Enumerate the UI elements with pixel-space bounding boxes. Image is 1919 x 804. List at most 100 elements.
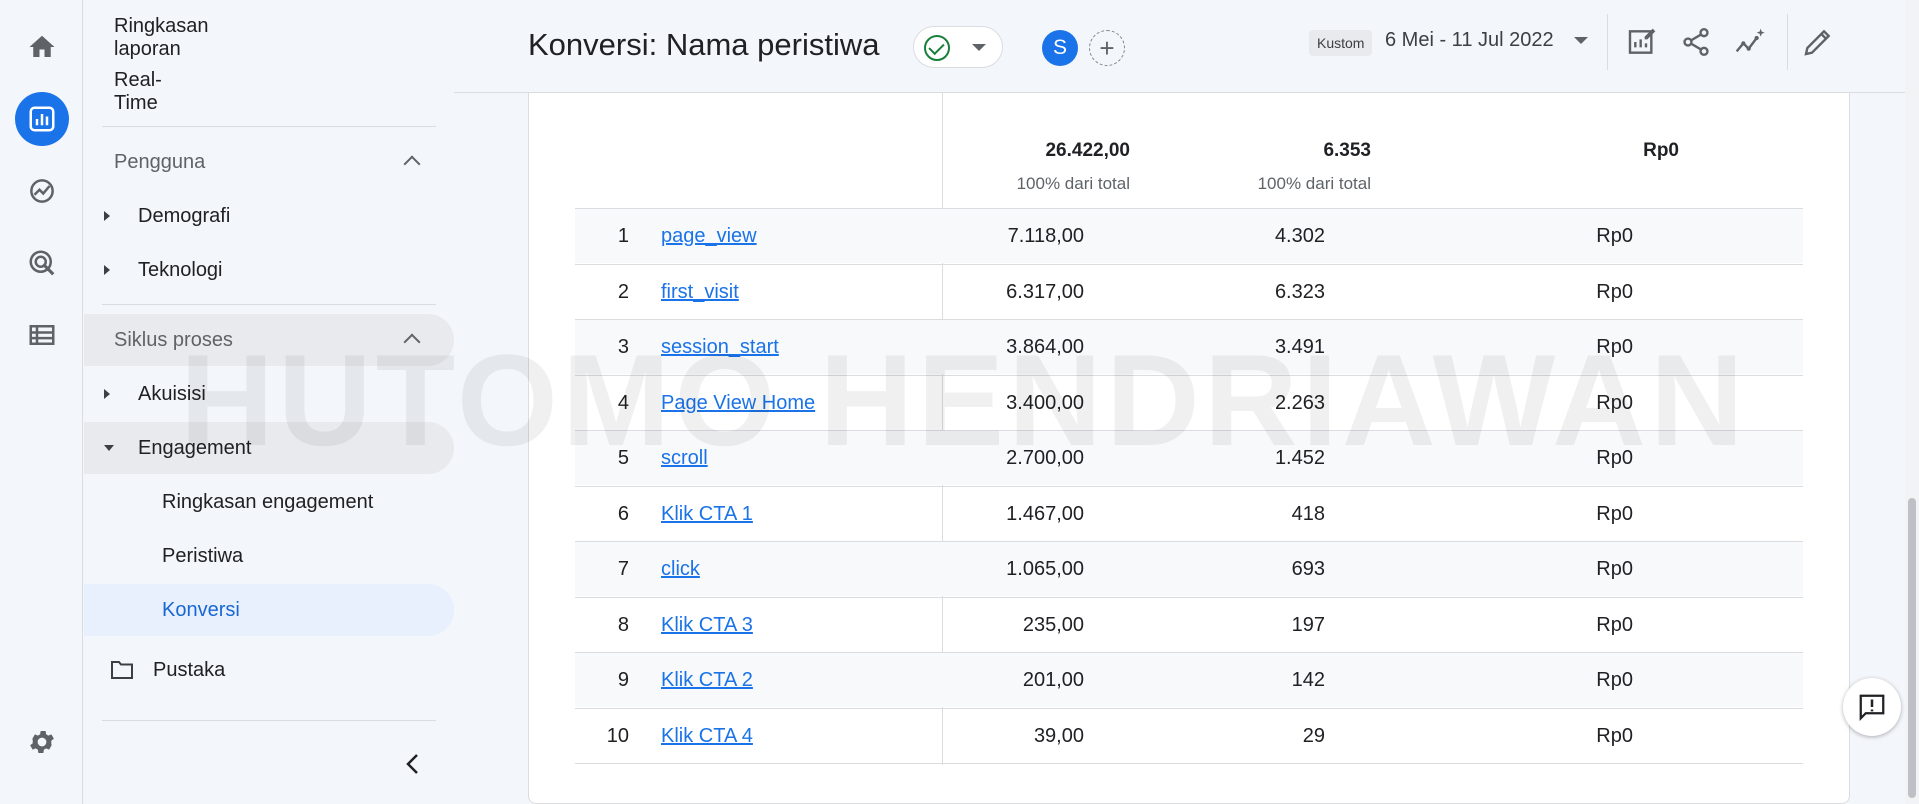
nav-section-siklus[interactable]: Siklus proses xyxy=(84,314,436,366)
report-table-card: 26.422,00 100% dari total 6.353 100% dar… xyxy=(528,93,1850,804)
users-value: 197 xyxy=(1291,613,1325,636)
row-rank: 10 xyxy=(606,724,629,747)
revenue-value: Rp0 xyxy=(1596,336,1633,358)
home-icon[interactable] xyxy=(15,20,69,74)
divider xyxy=(102,720,436,721)
users-value: 418 xyxy=(1291,502,1325,525)
row-rank: 5 xyxy=(617,447,629,469)
icon-rail xyxy=(0,0,83,804)
total-revenue: Rp0 xyxy=(1643,140,1679,161)
users-value: 3.491 xyxy=(1274,336,1325,358)
users-value: 142 xyxy=(1291,669,1325,691)
event-name-link[interactable]: page_view xyxy=(661,209,757,264)
check-circle-icon xyxy=(924,35,950,61)
comparison-avatar[interactable]: S xyxy=(1042,30,1078,66)
explore-icon[interactable] xyxy=(15,164,69,218)
collapse-arrow-icon xyxy=(104,445,114,451)
table-row: 9 Klik CTA 2 201,00 142 Rp0 xyxy=(575,652,1803,707)
revenue-value: Rp0 xyxy=(1596,225,1633,247)
conversions-value: 201,00 xyxy=(1022,669,1084,691)
revenue-value: Rp0 xyxy=(1596,724,1633,747)
share-icon xyxy=(1683,28,1709,56)
expand-arrow-icon xyxy=(104,211,110,221)
status-chip[interactable] xyxy=(913,26,1003,68)
divider xyxy=(102,126,436,127)
caret-down-icon[interactable] xyxy=(1574,37,1588,44)
event-name-link[interactable]: Klik CTA 1 xyxy=(661,487,753,542)
main-content: Konversi: Nama peristiwa S + Kustom 6 Me… xyxy=(454,0,1919,804)
table-row: 8 Klik CTA 3 235,00 197 Rp0 xyxy=(575,596,1803,653)
scrollbar-thumb[interactable] xyxy=(1908,498,1916,798)
revenue-value: Rp0 xyxy=(1596,502,1633,525)
nav-konversi[interactable]: Konversi xyxy=(84,584,436,636)
row-rank: 8 xyxy=(617,613,629,636)
users-value: 2.263 xyxy=(1274,391,1325,414)
revenue-value: Rp0 xyxy=(1596,391,1633,414)
conversions-value: 235,00 xyxy=(1022,613,1084,636)
collapse-nav-button[interactable] xyxy=(398,749,428,779)
date-badge: Kustom xyxy=(1309,30,1373,56)
row-rank: 1 xyxy=(617,225,629,247)
date-range[interactable]: 6 Mei - 11 Jul 2022 xyxy=(1385,29,1554,52)
revenue-value: Rp0 xyxy=(1596,558,1633,580)
event-name-link[interactable]: session_start xyxy=(661,320,779,375)
nav-pustaka[interactable]: Pustaka xyxy=(84,644,436,696)
nav-demografi[interactable]: Demografi xyxy=(84,190,436,242)
chevron-up-icon xyxy=(403,333,421,351)
insights-icon xyxy=(1735,28,1765,53)
event-name-link[interactable]: Klik CTA 2 xyxy=(661,653,753,708)
row-rank: 3 xyxy=(617,336,629,358)
gear-icon[interactable] xyxy=(15,715,69,769)
total-users-pct: 100% dari total xyxy=(1257,174,1371,193)
report-sidenav: Ringkasan laporan Real-Time Pengguna Dem… xyxy=(84,0,454,804)
nav-label: Konversi xyxy=(162,598,240,621)
event-name-link[interactable]: Klik CTA 4 xyxy=(661,709,753,764)
insights-button[interactable] xyxy=(1730,22,1770,62)
feedback-icon xyxy=(1859,694,1885,721)
table-row: 3 session_start 3.864,00 3.491 Rp0 xyxy=(575,319,1803,374)
event-name-link[interactable]: Klik CTA 3 xyxy=(661,598,753,653)
conversions-value: 6.317,00 xyxy=(1006,280,1084,303)
nav-akuisisi[interactable]: Akuisisi xyxy=(84,368,436,420)
conversions-value: 1.467,00 xyxy=(1006,502,1084,525)
nav-engagement[interactable]: Engagement xyxy=(84,422,436,474)
advertising-icon[interactable] xyxy=(15,236,69,290)
nav-ringkasan-engagement[interactable]: Ringkasan engagement xyxy=(84,476,436,528)
edit-button[interactable] xyxy=(1798,22,1838,62)
conversions-value: 7.118,00 xyxy=(1007,225,1084,247)
nav-teknologi[interactable]: Teknologi xyxy=(84,244,436,296)
configure-icon[interactable] xyxy=(15,308,69,362)
event-name-link[interactable]: click xyxy=(661,542,700,597)
row-rank: 6 xyxy=(617,502,629,525)
event-name-link[interactable]: scroll xyxy=(661,431,708,486)
expand-arrow-icon xyxy=(104,265,110,275)
nav-label: Pustaka xyxy=(153,658,226,681)
divider xyxy=(102,304,436,305)
customize-report-button[interactable] xyxy=(1622,22,1662,62)
reports-icon[interactable] xyxy=(15,92,69,146)
divider xyxy=(1607,14,1608,70)
total-conversions-pct: 100% dari total xyxy=(1016,174,1130,193)
nav-section-pengguna[interactable]: Pengguna xyxy=(84,136,436,188)
table-row: 6 Klik CTA 1 1.467,00 418 Rp0 xyxy=(575,485,1803,542)
table-row: 1 page_view 7.118,00 4.302 Rp0 xyxy=(575,208,1803,263)
chevron-up-icon xyxy=(403,155,421,173)
conversions-value: 1.065,00 xyxy=(1006,558,1084,580)
nav-label: Demografi xyxy=(138,204,231,227)
table-row: 5 scroll 2.700,00 1.452 Rp0 xyxy=(575,430,1803,485)
revenue-value: Rp0 xyxy=(1596,280,1633,303)
feedback-button[interactable] xyxy=(1843,678,1901,736)
event-name-link[interactable]: Page View Home xyxy=(661,376,815,431)
nav-label: Siklus proses xyxy=(114,328,233,351)
event-name-link[interactable]: first_visit xyxy=(661,265,739,320)
expand-arrow-icon xyxy=(104,389,110,399)
share-button[interactable] xyxy=(1676,22,1716,62)
add-comparison-button[interactable]: + xyxy=(1089,30,1125,66)
scrollbar[interactable] xyxy=(1905,0,1919,804)
nav-peristiwa[interactable]: Peristiwa xyxy=(84,530,436,582)
table-row: 7 click 1.065,00 693 Rp0 xyxy=(575,541,1803,596)
nav-label: Ringkasan engagement xyxy=(162,490,374,513)
row-rank: 2 xyxy=(617,280,629,303)
report-header: Konversi: Nama peristiwa S + Kustom 6 Me… xyxy=(454,0,1919,93)
divider xyxy=(1787,14,1788,70)
